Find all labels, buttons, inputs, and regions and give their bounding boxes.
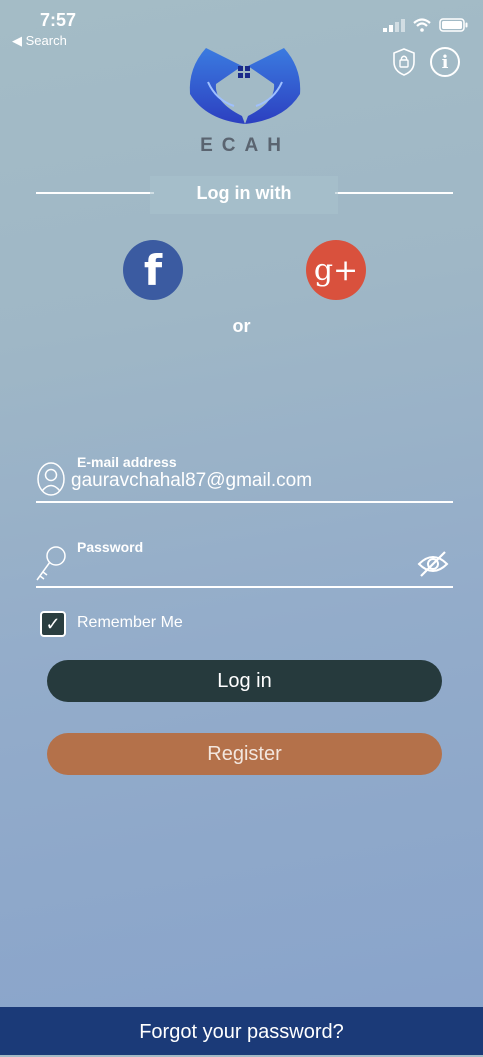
google-login-button[interactable]: g+ — [306, 240, 366, 300]
wifi-icon — [413, 18, 431, 32]
facebook-login-button[interactable]: f — [123, 240, 183, 300]
signal-icon — [383, 19, 405, 32]
email-field[interactable]: gauravchahal87@gmail.com — [71, 470, 312, 492]
key-icon — [34, 544, 68, 589]
forgot-password-link[interactable]: Forgot your password? — [0, 1007, 483, 1055]
checkmark-icon: ✓ — [45, 613, 61, 634]
google-plus-icon: g+ — [313, 252, 359, 288]
register-button[interactable]: Register — [47, 733, 442, 775]
app-logo — [186, 44, 304, 126]
facebook-icon: f — [143, 245, 163, 295]
password-underline — [36, 586, 453, 588]
back-to-search-link[interactable]: ◀ Search — [12, 33, 67, 49]
or-separator: or — [232, 316, 251, 336]
password-field[interactable] — [77, 558, 407, 582]
login-with-heading: Log in with — [150, 176, 338, 214]
status-icons — [383, 18, 469, 32]
info-icon[interactable]: i — [430, 47, 460, 77]
status-time: 7:57 — [40, 10, 77, 30]
divider-right — [335, 192, 453, 194]
eye-slash-icon[interactable] — [417, 550, 449, 583]
divider-left — [36, 192, 154, 194]
logo-text: ECAH — [200, 135, 290, 156]
email-underline — [36, 501, 453, 503]
user-icon — [36, 461, 66, 502]
email-label: E-mail address — [77, 454, 177, 470]
login-button[interactable]: Log in — [47, 660, 442, 702]
battery-icon — [439, 18, 468, 32]
privacy-shield-lock-icon[interactable] — [392, 48, 416, 76]
remember-me-checkbox[interactable]: ✓ — [40, 611, 66, 637]
remember-me-label[interactable]: Remember Me — [77, 614, 183, 632]
password-label: Password — [77, 539, 144, 555]
